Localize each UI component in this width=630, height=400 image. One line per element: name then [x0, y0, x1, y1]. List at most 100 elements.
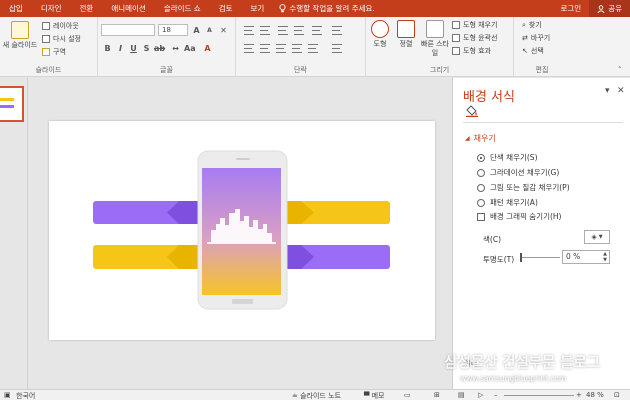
- justify-icon[interactable]: [292, 44, 302, 53]
- shape-outline-button[interactable]: 도형 윤곽선: [452, 33, 497, 43]
- quick-styles-button[interactable]: 빠른 스타일: [420, 20, 450, 58]
- tell-me-box[interactable]: 수행할 작업을 알려 주세요.: [273, 3, 375, 14]
- text-direction-icon[interactable]: [332, 26, 342, 35]
- align-left-icon[interactable]: [244, 44, 254, 53]
- shrink-font-icon[interactable]: A: [204, 25, 215, 36]
- radio-button[interactable]: [477, 198, 485, 207]
- columns-icon[interactable]: [308, 44, 318, 53]
- pane-options-icon[interactable]: ▾: [605, 86, 610, 96]
- zoom-slider[interactable]: [504, 395, 574, 396]
- shape-effects-button[interactable]: 도형 효과: [452, 46, 491, 56]
- color-picker-button[interactable]: ◈ ▼: [584, 230, 610, 244]
- zoom-out-icon[interactable]: –: [494, 391, 498, 399]
- zoom-level[interactable]: 48 %: [586, 391, 604, 399]
- pane-divider: [463, 122, 623, 123]
- section-button[interactable]: 구역: [42, 47, 66, 57]
- tab-design[interactable]: 디자인: [32, 0, 71, 17]
- transparency-value: 0 %: [566, 252, 581, 261]
- color-label: 색(C): [483, 235, 501, 244]
- sorter-view-icon[interactable]: ⊞: [434, 391, 440, 399]
- replace-button[interactable]: ⇄ 바꾸기: [522, 33, 550, 43]
- gradient-fill-option[interactable]: 그라데이션 채우기(G): [477, 167, 559, 178]
- solid-fill-option[interactable]: 단색 채우기(S): [477, 152, 538, 163]
- status-bar: ▣ 한국어 ≐ 슬라이드 노트 ▀ 메모 ▭ ⊞ ▤ ▷ – + 48 % ⊡: [0, 389, 630, 400]
- arrange-button[interactable]: 정렬: [394, 20, 418, 49]
- clear-format-icon[interactable]: ✕: [218, 25, 229, 36]
- tab-insert[interactable]: 삽입: [0, 0, 32, 17]
- pattern-fill-option[interactable]: 패턴 채우기(A): [477, 197, 538, 208]
- new-slide-button[interactable]: 새 슬라이드: [0, 21, 40, 50]
- radio-button[interactable]: [477, 153, 485, 162]
- bullets-icon[interactable]: [244, 26, 254, 35]
- reading-view-icon[interactable]: ▤: [458, 391, 465, 399]
- find-button[interactable]: ⌕ 찾기: [522, 20, 542, 30]
- align-center-icon[interactable]: [260, 44, 270, 53]
- share-button[interactable]: 공유: [589, 0, 630, 17]
- fit-slide-icon[interactable]: ⊡: [614, 391, 620, 399]
- spinner-arrows-icon[interactable]: ▲ ▼: [603, 251, 607, 263]
- tab-slideshow[interactable]: 슬라이드 쇼: [155, 0, 210, 17]
- italic-icon[interactable]: I: [115, 43, 126, 54]
- cursor-icon: ↖: [522, 47, 528, 55]
- hide-graphics-option[interactable]: 배경 그래픽 숨기기(H): [477, 211, 561, 222]
- right-top-banner[interactable]: [286, 201, 390, 224]
- underline-icon[interactable]: U: [128, 43, 139, 54]
- paint-bucket-icon[interactable]: [465, 104, 479, 119]
- spacing-icon[interactable]: ↔: [170, 43, 181, 54]
- language-indicator[interactable]: 한국어: [16, 391, 35, 400]
- tab-view[interactable]: 보기: [242, 0, 274, 17]
- slide-canvas[interactable]: [49, 121, 435, 340]
- transparency-slider[interactable]: [520, 253, 560, 262]
- reset-button[interactable]: 다시 설정: [42, 34, 81, 44]
- grow-font-icon[interactable]: A: [191, 25, 202, 36]
- align-right-icon[interactable]: [276, 44, 286, 53]
- ribbon: 새 슬라이드 레이아웃 다시 설정 구역 슬라이드 18 A A ✕ B I U…: [0, 17, 630, 77]
- font-name-box[interactable]: [101, 24, 155, 36]
- decrease-indent-icon[interactable]: [278, 26, 288, 35]
- slide-graphic: [93, 150, 390, 310]
- login-button[interactable]: 로그인: [552, 3, 589, 14]
- slide-thumbnail[interactable]: [0, 86, 24, 122]
- font-size-box[interactable]: 18: [158, 24, 188, 36]
- tab-animations[interactable]: 애니메이션: [102, 0, 155, 17]
- select-button[interactable]: ↖ 선택: [522, 46, 544, 56]
- paint-bucket-icon: [452, 21, 460, 29]
- numbering-icon[interactable]: [260, 26, 270, 35]
- picture-fill-option[interactable]: 그림 또는 질감 채우기(P): [477, 182, 570, 193]
- zoom-in-icon[interactable]: +: [576, 391, 582, 399]
- radio-button[interactable]: [477, 183, 485, 192]
- fill-section-header[interactable]: ◢ 채우기: [465, 133, 496, 144]
- shadow-icon[interactable]: S: [141, 43, 152, 54]
- radio-button[interactable]: [477, 168, 485, 177]
- normal-view-icon[interactable]: ▭: [404, 391, 411, 399]
- line-spacing-icon[interactable]: [312, 26, 322, 35]
- increase-indent-icon[interactable]: [294, 26, 304, 35]
- comments-button[interactable]: ▀ 메모: [364, 391, 385, 400]
- layout-icon: [42, 22, 50, 30]
- bold-icon[interactable]: B: [102, 43, 113, 54]
- lightbulb-icon: [279, 4, 286, 13]
- align-text-icon[interactable]: [332, 44, 342, 53]
- shapes-button[interactable]: 도형: [368, 20, 392, 49]
- collapse-ribbon-icon[interactable]: ˄: [618, 66, 622, 74]
- font-color-icon[interactable]: A: [202, 43, 213, 54]
- editing-group: ⌕ 찾기 ⇄ 바꾸기 ↖ 선택 편집: [514, 17, 570, 77]
- close-icon[interactable]: ✕: [617, 86, 625, 96]
- strikethrough-icon[interactable]: ab: [154, 43, 165, 54]
- tab-review[interactable]: 검토: [210, 0, 242, 17]
- slideshow-view-icon[interactable]: ▷: [478, 391, 483, 399]
- layout-button[interactable]: 레이아웃: [42, 21, 79, 31]
- spellcheck-icon[interactable]: ▣: [4, 391, 11, 399]
- transparency-spinner[interactable]: 0 % ▲ ▼: [562, 250, 610, 264]
- right-bottom-banner[interactable]: [286, 245, 390, 269]
- phone-illustration[interactable]: [197, 150, 288, 310]
- thumb-purple-bar: [0, 105, 14, 108]
- slide-thumbnail-pane: [0, 78, 28, 389]
- checkbox[interactable]: [477, 212, 485, 221]
- notes-button[interactable]: ≐ 슬라이드 노트: [292, 391, 341, 400]
- tab-transitions[interactable]: 전환: [71, 0, 103, 17]
- slides-group-label: 슬라이드: [35, 66, 62, 74]
- case-icon[interactable]: Aa: [184, 43, 196, 54]
- shape-fill-button[interactable]: 도형 채우기: [452, 20, 497, 30]
- slides-group: 새 슬라이드 레이아웃 다시 설정 구역 슬라이드: [0, 17, 98, 77]
